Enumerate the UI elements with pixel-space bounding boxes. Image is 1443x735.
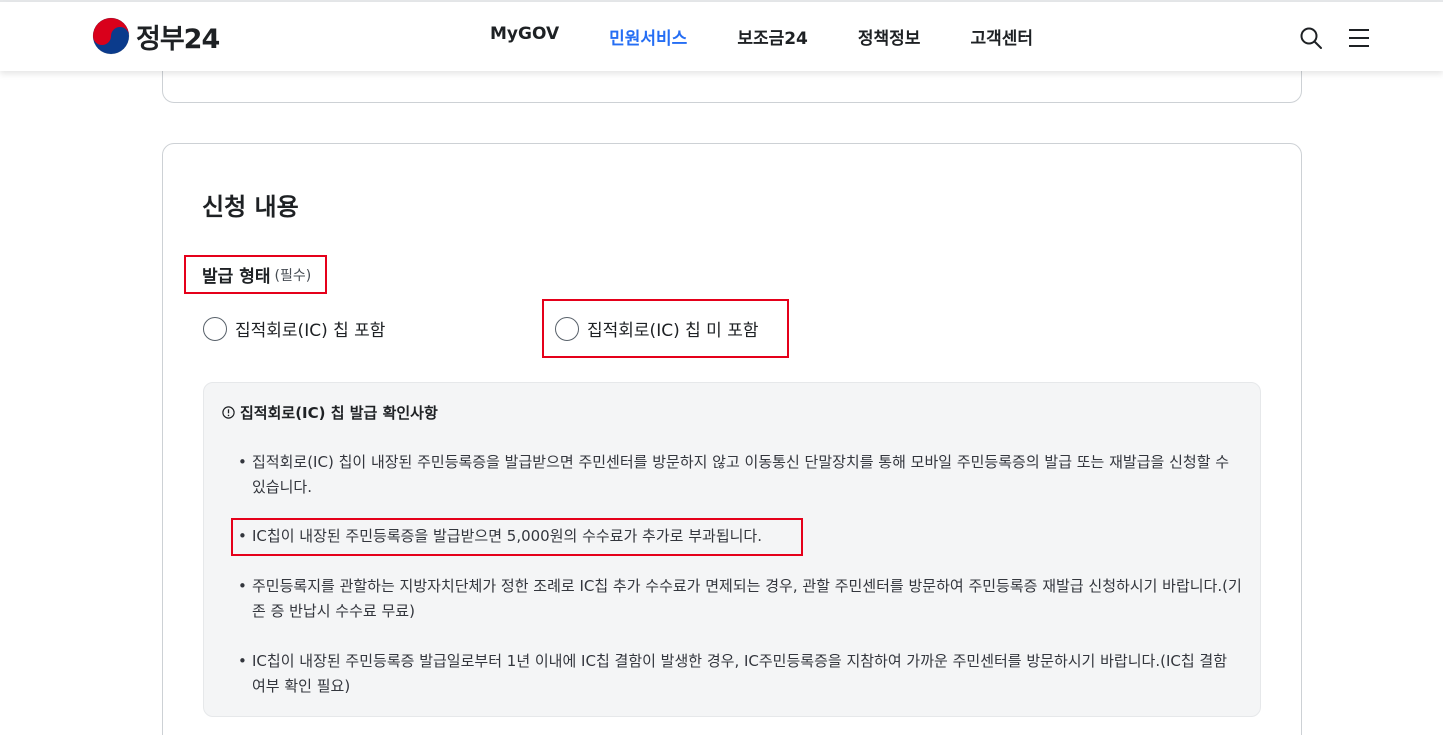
bullet-dot: •	[238, 652, 247, 670]
nav-item-civil-service[interactable]: 민원서비스	[609, 24, 687, 49]
nav-item-subsidy24[interactable]: 보조금24	[737, 24, 808, 49]
header-actions	[1275, 26, 1371, 50]
info-circle-icon	[222, 406, 235, 419]
bullet-dot: •	[238, 453, 247, 471]
menu-icon[interactable]	[1347, 26, 1371, 50]
logo-text: 정부24	[136, 23, 220, 55]
notice-item-text: 집적회로(IC) 칩이 내장된 주민등록증을 발급받으면 주민센터를 방문하지 …	[252, 453, 1230, 496]
radio-label: 집적회로(IC) 칩 미 포함	[587, 321, 759, 341]
notice-item: • 집적회로(IC) 칩이 내장된 주민등록증을 발급받으면 주민센터를 방문하…	[238, 450, 1243, 500]
nav-item-mygov[interactable]: MyGOV	[490, 24, 559, 49]
logo[interactable]: 정부24	[92, 17, 220, 55]
field-label: 발급 형태	[202, 267, 271, 287]
radio-button[interactable]	[555, 316, 579, 341]
radio-ic-chip-included[interactable]: 집적회로(IC) 칩 포함	[203, 316, 385, 341]
notice-title-text: 집적회로(IC) 칩 발급 확인사항	[240, 404, 438, 422]
notice-item-text: IC칩이 내장된 주민등록증을 발급받으면 5,000원의 수수료가 추가로 부…	[252, 527, 762, 545]
notice-item: • IC칩이 내장된 주민등록증을 발급받으면 5,000원의 수수료가 추가로…	[238, 524, 1243, 549]
taegeuk-logo-icon	[92, 17, 130, 55]
nav-item-customer-center[interactable]: 고객센터	[970, 24, 1033, 49]
required-marker: (필수)	[274, 267, 312, 284]
issue-type-label: 발급 형태 (필수)	[184, 255, 327, 294]
radio-button[interactable]	[203, 316, 227, 341]
section-title: 신청 내용	[202, 193, 299, 221]
notice-item: • IC칩이 내장된 주민등록증 발급일로부터 1년 이내에 IC칩 결함이 발…	[238, 649, 1243, 699]
main-nav: MyGOV 민원서비스 보조금24 정책정보 고객센터	[490, 24, 1083, 49]
bullet-dot: •	[238, 577, 247, 595]
notice-item-text: IC칩이 내장된 주민등록증 발급일로부터 1년 이내에 IC칩 결함이 발생한…	[252, 652, 1228, 695]
nav-item-policy-info[interactable]: 정책정보	[858, 24, 921, 49]
radio-label: 집적회로(IC) 칩 포함	[235, 321, 386, 341]
bullet-dot: •	[238, 527, 247, 545]
search-icon[interactable]	[1299, 26, 1323, 50]
notice-title: 집적회로(IC) 칩 발급 확인사항	[222, 402, 438, 423]
notice-item: • 주민등록지를 관할하는 지방자치단체가 정한 조례로 IC칩 추가 수수료가…	[238, 574, 1243, 624]
radio-ic-chip-excluded[interactable]: 집적회로(IC) 칩 미 포함	[555, 316, 758, 341]
site-header: 정부24 MyGOV 민원서비스 보조금24 정책정보 고객센터	[0, 2, 1443, 71]
notice-item-text: 주민등록지를 관할하는 지방자치단체가 정한 조례로 IC칩 추가 수수료가 면…	[252, 577, 1242, 620]
